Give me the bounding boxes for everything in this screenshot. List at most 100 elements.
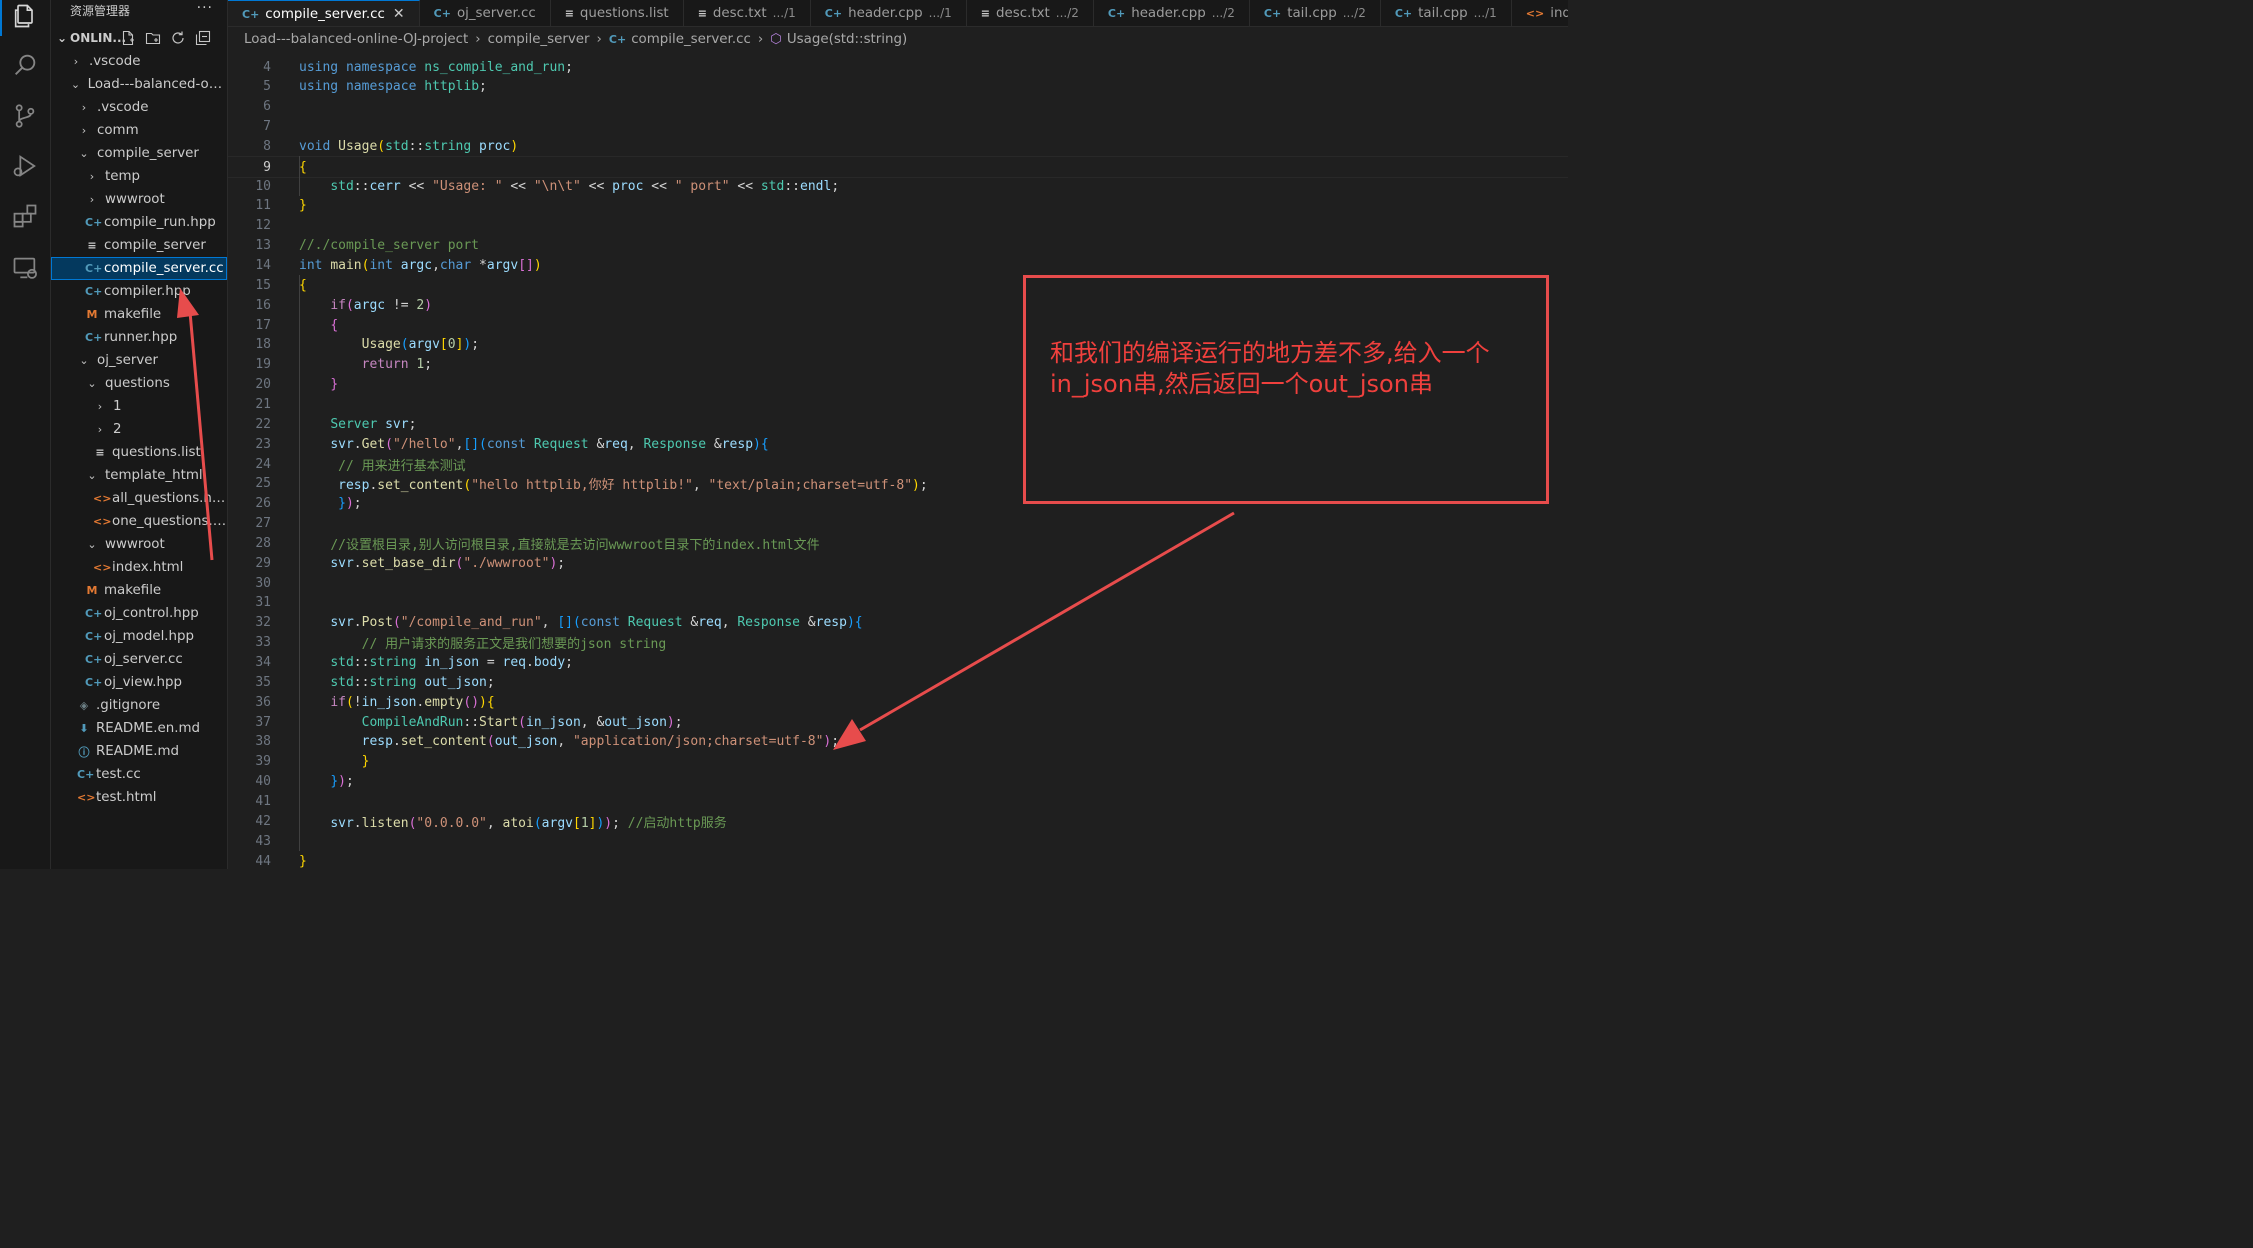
tree-item[interactable]: ⌄ questions: [51, 372, 227, 395]
tree-item[interactable]: › 1: [51, 395, 227, 418]
code-token: ::: [353, 674, 370, 690]
tree-item[interactable]: C+ compile_run.hpp: [51, 211, 227, 234]
code-token: (: [385, 436, 393, 452]
editor-tab[interactable]: ≡ desc.txt .../1: [684, 0, 811, 26]
code-token: Usage: [338, 138, 378, 154]
tree-item[interactable]: <> index.html: [51, 556, 227, 579]
editor-tab[interactable]: C+ tail.cpp .../2: [1250, 0, 1381, 26]
code-token: int: [299, 258, 323, 273]
source-control-icon[interactable]: [9, 100, 41, 132]
editor-tab[interactable]: C+ oj_server.cc: [420, 0, 551, 26]
code-token: ,: [692, 478, 709, 494]
breadcrumb-file[interactable]: compile_server.cc: [631, 32, 751, 47]
code-token: ): [345, 496, 354, 512]
editor-tab[interactable]: <> ind: [1512, 0, 1568, 26]
cpp-file-icon: C+: [85, 607, 103, 620]
html-file-icon: <>: [93, 515, 112, 528]
remote-explorer-icon[interactable]: [9, 252, 41, 284]
cpp-file-icon: C+: [1263, 6, 1282, 20]
editor-tab[interactable]: C+ header.cpp .../1: [811, 0, 967, 26]
code-token: req: [502, 655, 527, 670]
explorer-icon[interactable]: [9, 0, 41, 32]
tree-item[interactable]: › comm: [51, 119, 227, 142]
tree-item[interactable]: C+ runner.hpp: [51, 326, 227, 349]
code-token: int: [369, 258, 393, 273]
code-text: void Usage(std::string proc): [299, 139, 518, 154]
tree-item[interactable]: › wwwroot: [51, 188, 227, 211]
editor-tab[interactable]: C+ compile_server.cc ✕: [228, 0, 420, 26]
code-line: 33 // 用户请求的服务正文是我们想要的json string: [228, 633, 1568, 653]
tree-item[interactable]: C+ oj_view.hpp: [51, 671, 227, 694]
tree-item[interactable]: <> all_questions.html: [51, 487, 227, 510]
new-file-icon[interactable]: [120, 30, 136, 46]
tree-item-label: all_questions.html: [112, 491, 227, 506]
code-token: proc: [612, 178, 644, 194]
refresh-icon[interactable]: [170, 30, 186, 46]
tree-item[interactable]: ≡ compile_server: [51, 234, 227, 257]
code-text: resp.set_content("hello httplib,你好 httpl…: [299, 474, 928, 493]
tree-item-label: template_html: [105, 468, 203, 483]
tree-item[interactable]: C+ compile_server.cc: [51, 257, 227, 280]
code-token: "/compile_and_run": [400, 615, 542, 631]
editor-tab[interactable]: C+ tail.cpp .../1: [1381, 0, 1512, 26]
tree-item-label: README.md: [96, 744, 180, 759]
tree-item[interactable]: Mmakefile: [51, 303, 227, 326]
close-icon[interactable]: ✕: [393, 6, 405, 22]
tree-item[interactable]: C+ oj_server.cc: [51, 648, 227, 671]
tree-item[interactable]: C+ oj_model.hpp: [51, 625, 227, 648]
tree-item[interactable]: ⌄ compile_server: [51, 142, 227, 165]
code-token: {: [760, 436, 769, 452]
tree-item-label: makefile: [104, 307, 162, 322]
tree-item[interactable]: <> test.html: [51, 786, 227, 809]
tree-item[interactable]: › 2: [51, 418, 227, 441]
breadcrumb-folder[interactable]: compile_server: [488, 32, 590, 47]
tree-item-label: .vscode: [97, 100, 149, 115]
sidebar-header: 资源管理器 ···: [51, 0, 227, 20]
collapse-all-icon[interactable]: [195, 30, 211, 46]
run-debug-icon[interactable]: [9, 150, 41, 182]
tree-item[interactable]: ⌄ template_html: [51, 464, 227, 487]
tree-item[interactable]: Mmakefile: [51, 579, 227, 602]
indent-guide: [299, 275, 300, 851]
tree-item[interactable]: C+ compiler.hpp: [51, 280, 227, 303]
tree-item-label: questions: [105, 376, 170, 391]
tree-item[interactable]: ⬇ README.en.md: [51, 717, 227, 740]
line-number: 42: [255, 813, 271, 829]
tree-item[interactable]: ◈ .gitignore: [51, 694, 227, 717]
tree-item[interactable]: <> one_questions.ht...: [51, 510, 227, 533]
editor-tab[interactable]: C+ header.cpp .../2: [1094, 0, 1250, 26]
code-token: const: [580, 615, 620, 631]
editor-tab-bar: C+ compile_server.cc ✕ C+ oj_server.cc ≡ quest…: [228, 0, 1568, 27]
tree-item[interactable]: ⌄ wwwroot: [51, 533, 227, 556]
tab-description: .../1: [928, 6, 952, 20]
tree-item[interactable]: ≡ questions.list: [51, 441, 227, 464]
tree-item[interactable]: › temp: [51, 165, 227, 188]
breadcrumb-project[interactable]: Load---balanced-online-OJ-project: [244, 32, 468, 47]
editor-tab[interactable]: ≡ desc.txt .../2: [967, 0, 1094, 26]
tree-item[interactable]: › .vscode: [51, 96, 227, 119]
tree-item-label: oj_server.cc: [104, 652, 183, 667]
code-token: namespace: [345, 79, 417, 95]
tree-item[interactable]: C+ oj_control.hpp: [51, 602, 227, 625]
breadcrumb-symbol[interactable]: Usage(std::string): [787, 32, 907, 47]
tree-item-label: README.en.md: [96, 721, 201, 736]
editor-tab[interactable]: ≡ questions.list: [551, 0, 684, 26]
code-token: body: [533, 655, 566, 670]
code-line: 38 resp.set_content(out_json, "applicati…: [228, 732, 1568, 752]
tree-item[interactable]: ⓘ README.md: [51, 740, 227, 763]
extensions-icon[interactable]: [9, 200, 41, 232]
tree-item[interactable]: ⌄ oj_server: [51, 349, 227, 372]
html-file-icon: <>: [77, 791, 96, 804]
text-file-icon: ≡: [95, 446, 105, 459]
tree-item[interactable]: › .vscode: [51, 50, 227, 73]
more-actions-button[interactable]: ···: [197, 0, 213, 16]
new-folder-icon[interactable]: [145, 30, 161, 46]
tree-item[interactable]: C+ test.cc: [51, 763, 227, 786]
tree-item[interactable]: ⌄ Load---balanced-onli...: [51, 73, 227, 96]
code-text: //./compile_server port: [299, 238, 479, 253]
search-icon[interactable]: [9, 49, 41, 81]
